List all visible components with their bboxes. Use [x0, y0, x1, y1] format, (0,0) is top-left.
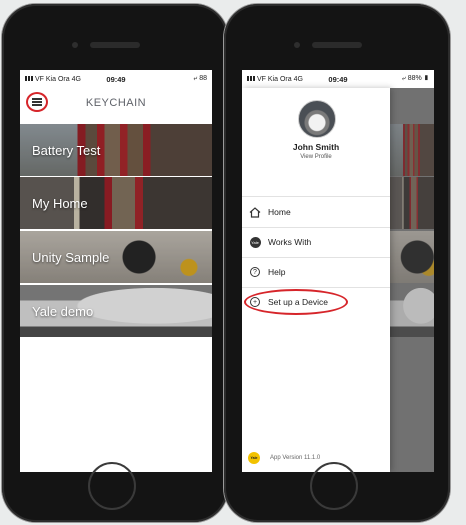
- divider: [242, 196, 390, 197]
- front-camera: [72, 42, 78, 48]
- avatar[interactable]: [298, 100, 336, 138]
- nav-item-home[interactable]: Home: [242, 198, 390, 226]
- keychain-card-unity-sample[interactable]: Unity Sample: [20, 231, 212, 283]
- earpiece-speaker: [312, 42, 362, 48]
- carrier-label: VF Kia Ora 4G: [257, 75, 303, 83]
- signal-icon: [247, 76, 255, 82]
- keychain-card-battery-test[interactable]: Battery Test: [20, 124, 212, 176]
- app-version: App Version 11.1.0: [270, 455, 321, 461]
- navigation-drawer: John Smith View Profile Home Yale Works …: [242, 88, 390, 472]
- menu-screen: VF Kia Ora 4G 09:49 ⤶ 88% ▮ John Smith V…: [242, 70, 434, 472]
- app-footer: Yale App Version 11.1.0: [248, 452, 320, 464]
- menu-button[interactable]: [26, 92, 48, 112]
- nav-item-label: Works With: [268, 237, 312, 247]
- battery-percent: 88: [199, 75, 208, 82]
- earpiece-speaker: [90, 42, 140, 48]
- card-label: Unity Sample: [32, 249, 110, 265]
- profile-name: John Smith: [292, 142, 340, 152]
- status-bar: VF Kia Ora 4G 09:49 ⤶ 88: [20, 70, 212, 88]
- card-label: Yale demo: [32, 303, 94, 319]
- highlight-ring: [244, 289, 348, 315]
- yale-logo-icon: Yale: [248, 452, 260, 464]
- home-button[interactable]: [88, 462, 136, 510]
- carrier-label: VF Kia Ora 4G: [35, 75, 81, 83]
- status-bar: VF Kia Ora 4G 09:49 ⤶ 88% ▮: [242, 70, 434, 88]
- view-profile-link[interactable]: View Profile: [242, 154, 390, 160]
- phone-left: VF Kia Ora 4G 09:49 ⤶ 88 KEYCHAIN Batter…: [2, 4, 228, 522]
- battery-percent: 88%: [407, 75, 422, 82]
- home-icon: [248, 205, 262, 219]
- signal-icon: [25, 76, 33, 82]
- card-label: Battery Test: [32, 142, 101, 158]
- dimmed-background[interactable]: [390, 88, 434, 472]
- card-label: My Home: [32, 195, 88, 211]
- keychain-card-my-home[interactable]: My Home: [20, 177, 212, 229]
- works-with-icon: Yale: [248, 235, 262, 249]
- nav-item-label: Home: [268, 207, 291, 217]
- home-button[interactable]: [310, 462, 358, 510]
- nav-item-works-with[interactable]: Yale Works With: [242, 228, 390, 256]
- front-camera: [294, 42, 300, 48]
- highlight-ring: [26, 92, 48, 112]
- status-time: 09:49: [106, 74, 126, 84]
- status-time: 09:49: [328, 74, 348, 84]
- nav-item-help[interactable]: ? Help: [242, 258, 390, 286]
- page-title: KEYCHAIN: [85, 97, 147, 109]
- nav-item-label: Help: [268, 267, 286, 277]
- phone-right: VF Kia Ora 4G 09:49 ⤶ 88% ▮ John Smith V…: [224, 4, 450, 522]
- keychain-screen: VF Kia Ora 4G 09:49 ⤶ 88 KEYCHAIN Batter…: [20, 70, 212, 472]
- app-header: KEYCHAIN: [20, 88, 212, 118]
- help-icon: ?: [248, 265, 262, 279]
- keychain-card-yale-demo[interactable]: Yale demo: [20, 285, 212, 337]
